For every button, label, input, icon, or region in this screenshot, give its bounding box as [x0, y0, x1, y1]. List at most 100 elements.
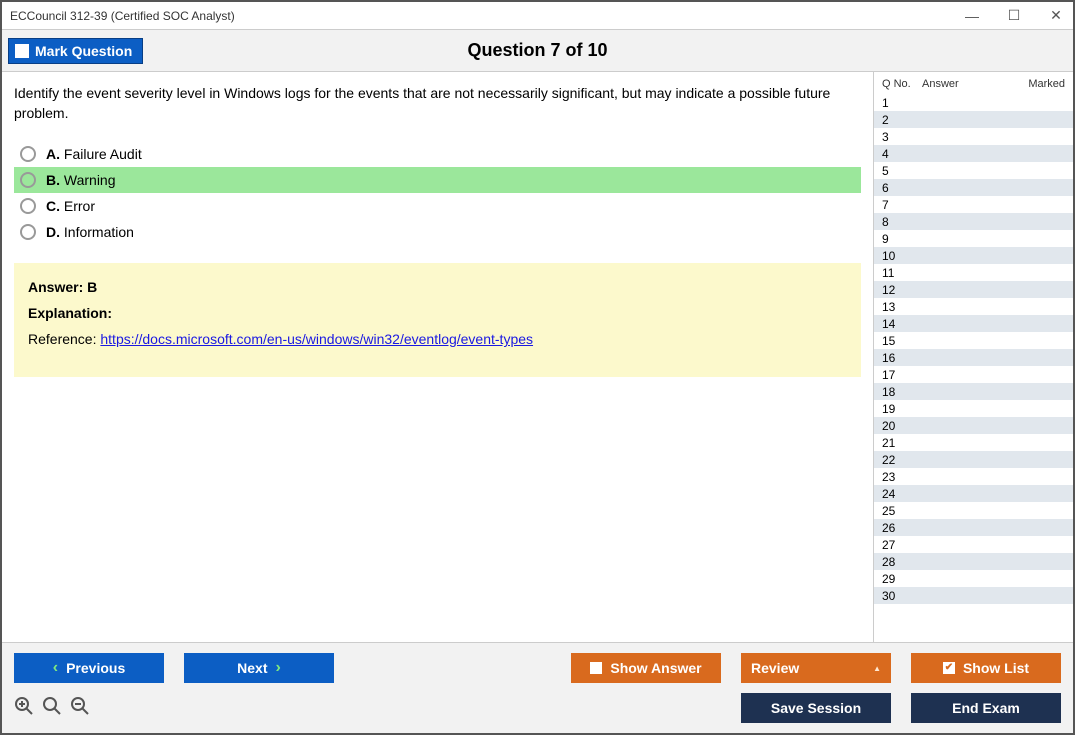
list-item-number: 18 — [882, 385, 922, 399]
list-item[interactable]: 29 — [874, 570, 1073, 587]
save-session-button[interactable]: Save Session — [741, 693, 891, 723]
maximize-icon[interactable]: ☐ — [1003, 5, 1025, 27]
previous-button[interactable]: ‹ Previous — [14, 653, 164, 683]
answer-panel: Answer: B Explanation: Reference: https:… — [14, 263, 861, 377]
list-item[interactable]: 9 — [874, 230, 1073, 247]
list-item-number: 11 — [882, 266, 922, 280]
option-text: B. Warning — [46, 172, 116, 188]
footer: ‹ Previous Next › Show Answer Review ▲ S… — [2, 642, 1073, 733]
list-item[interactable]: 25 — [874, 502, 1073, 519]
list-item[interactable]: 7 — [874, 196, 1073, 213]
show-answer-button[interactable]: Show Answer — [571, 653, 721, 683]
zoom-controls — [14, 696, 90, 721]
list-header-marked: Marked — [1015, 78, 1065, 90]
show-list-label: Show List — [963, 660, 1029, 676]
reference-prefix: Reference: — [28, 331, 100, 347]
zoom-reset-icon[interactable] — [42, 696, 62, 721]
list-item[interactable]: 2 — [874, 111, 1073, 128]
list-item-number: 22 — [882, 453, 922, 467]
question-text: Identify the event severity level in Win… — [14, 84, 861, 123]
list-item-number: 2 — [882, 113, 922, 127]
save-session-label: Save Session — [771, 700, 861, 716]
list-item-number: 4 — [882, 147, 922, 161]
list-item-number: 9 — [882, 232, 922, 246]
list-item-number: 12 — [882, 283, 922, 297]
list-header-answer: Answer — [922, 78, 1015, 90]
window-title: ECCouncil 312-39 (Certified SOC Analyst) — [10, 9, 235, 23]
list-item-number: 21 — [882, 436, 922, 450]
next-button[interactable]: Next › — [184, 653, 334, 683]
list-item[interactable]: 17 — [874, 366, 1073, 383]
list-item[interactable]: 28 — [874, 553, 1073, 570]
end-exam-label: End Exam — [952, 700, 1020, 716]
list-item[interactable]: 5 — [874, 162, 1073, 179]
list-item-number: 5 — [882, 164, 922, 178]
question-list-panel: Q No. Answer Marked 12345678910111213141… — [873, 72, 1073, 642]
list-item-number: 13 — [882, 300, 922, 314]
list-item[interactable]: 15 — [874, 332, 1073, 349]
list-item-number: 6 — [882, 181, 922, 195]
show-answer-checkbox-icon — [590, 662, 602, 674]
list-item[interactable]: 19 — [874, 400, 1073, 417]
list-item[interactable]: 20 — [874, 417, 1073, 434]
option-row[interactable]: D. Information — [14, 219, 861, 245]
reference-line: Reference: https://docs.microsoft.com/en… — [28, 331, 847, 347]
list-rows[interactable]: 1234567891011121314151617181920212223242… — [874, 94, 1073, 642]
option-text: C. Error — [46, 198, 95, 214]
list-item[interactable]: 11 — [874, 264, 1073, 281]
list-header: Q No. Answer Marked — [874, 72, 1073, 94]
list-item-number: 27 — [882, 538, 922, 552]
list-item[interactable]: 30 — [874, 587, 1073, 604]
list-header-qno: Q No. — [882, 78, 922, 90]
review-dropdown[interactable]: Review ▲ — [741, 653, 891, 683]
list-item[interactable]: 4 — [874, 145, 1073, 162]
reference-link[interactable]: https://docs.microsoft.com/en-us/windows… — [100, 331, 533, 347]
review-label: Review — [751, 660, 799, 676]
option-row[interactable]: B. Warning — [14, 167, 861, 193]
list-item-number: 1 — [882, 96, 922, 110]
chevron-left-icon: ‹ — [53, 659, 58, 677]
close-icon[interactable]: ✕ — [1045, 5, 1067, 27]
list-item-number: 20 — [882, 419, 922, 433]
minimize-icon[interactable]: ― — [961, 5, 983, 27]
mark-question-button[interactable]: Mark Question — [8, 38, 143, 64]
mark-checkbox-icon — [15, 44, 29, 58]
list-item-number: 24 — [882, 487, 922, 501]
list-item[interactable]: 27 — [874, 536, 1073, 553]
list-item[interactable]: 14 — [874, 315, 1073, 332]
list-item[interactable]: 21 — [874, 434, 1073, 451]
footer-row-1: ‹ Previous Next › Show Answer Review ▲ S… — [14, 653, 1061, 683]
zoom-out-icon[interactable] — [70, 696, 90, 721]
option-row[interactable]: C. Error — [14, 193, 861, 219]
list-item-number: 26 — [882, 521, 922, 535]
list-item[interactable]: 24 — [874, 485, 1073, 502]
list-item[interactable]: 12 — [874, 281, 1073, 298]
list-item[interactable]: 6 — [874, 179, 1073, 196]
radio-icon — [20, 224, 36, 240]
list-item[interactable]: 3 — [874, 128, 1073, 145]
list-item[interactable]: 1 — [874, 94, 1073, 111]
option-row[interactable]: A. Failure Audit — [14, 141, 861, 167]
window-controls: ― ☐ ✕ — [961, 5, 1067, 27]
list-item[interactable]: 18 — [874, 383, 1073, 400]
zoom-in-icon[interactable] — [14, 696, 34, 721]
list-item[interactable]: 13 — [874, 298, 1073, 315]
footer-row-2: Save Session End Exam — [14, 693, 1061, 723]
list-item-number: 3 — [882, 130, 922, 144]
list-item-number: 14 — [882, 317, 922, 331]
option-text: A. Failure Audit — [46, 146, 142, 162]
list-item[interactable]: 8 — [874, 213, 1073, 230]
previous-label: Previous — [66, 660, 125, 676]
show-list-button[interactable]: Show List — [911, 653, 1061, 683]
list-item[interactable]: 26 — [874, 519, 1073, 536]
list-item-number: 8 — [882, 215, 922, 229]
list-item-number: 30 — [882, 589, 922, 603]
end-exam-button[interactable]: End Exam — [911, 693, 1061, 723]
list-item-number: 19 — [882, 402, 922, 416]
list-item[interactable]: 23 — [874, 468, 1073, 485]
options-list: A. Failure Audit B. Warning C. Error D. Inf… — [14, 141, 861, 245]
list-item[interactable]: 22 — [874, 451, 1073, 468]
list-item[interactable]: 16 — [874, 349, 1073, 366]
list-item[interactable]: 10 — [874, 247, 1073, 264]
list-item-number: 29 — [882, 572, 922, 586]
